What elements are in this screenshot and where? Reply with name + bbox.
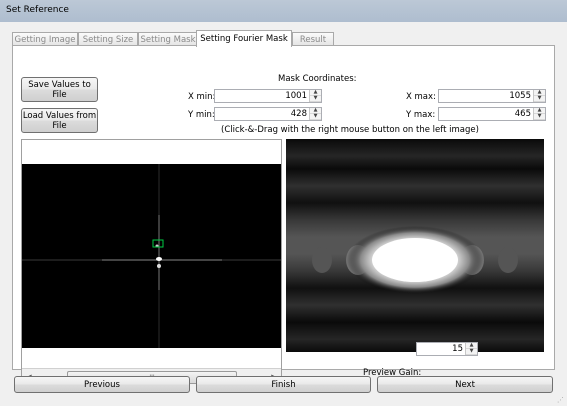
next-button[interactable]: Next (377, 376, 553, 393)
tab-getting-image[interactable]: Getting Image (12, 32, 78, 46)
tab-setting-size[interactable]: Setting Size (78, 32, 138, 46)
tab-setting-fourier-mask[interactable]: Setting Fourier Mask (196, 30, 292, 47)
xmin-label: X min: (188, 92, 216, 102)
fourier-spectrum-image[interactable] (22, 140, 281, 384)
xmin-value: 1001 (285, 91, 307, 101)
ymin-value: 428 (290, 109, 307, 119)
window-title: Set Reference (6, 5, 69, 15)
resize-grip-icon[interactable]: ⋰ (557, 396, 565, 404)
spin-down-icon[interactable]: ▼ (310, 96, 321, 102)
preview-gain-spin-arrows[interactable]: ▲ ▼ (465, 343, 477, 355)
drag-hint-text: (Click-&-Drag with the right mouse butto… (221, 125, 479, 135)
mask-coordinates-label: Mask Coordinates: (278, 74, 357, 84)
xmax-spinbox[interactable]: 1055 ▲ ▼ (438, 89, 546, 103)
preview-gain-spinbox[interactable]: 15 ▲ ▼ (416, 342, 478, 356)
xmin-spin-arrows[interactable]: ▲ ▼ (309, 90, 321, 102)
xmin-spinbox[interactable]: 1001 ▲ ▼ (214, 89, 322, 103)
tab-result[interactable]: Result (292, 32, 334, 46)
preview-image-viewer (286, 139, 544, 352)
fourier-preview-image (286, 139, 544, 352)
xmax-label: X max: (406, 92, 436, 102)
spin-down-icon[interactable]: ▼ (466, 349, 477, 355)
save-values-button[interactable]: Save Values to File (21, 77, 98, 102)
fourier-image-viewer[interactable]: ◀ III ▶ (21, 139, 282, 385)
ymax-spinbox[interactable]: 465 ▲ ▼ (438, 107, 546, 121)
xmax-value: 1055 (509, 91, 531, 101)
load-values-button[interactable]: Load Values from File (21, 108, 98, 133)
spin-down-icon[interactable]: ▼ (534, 114, 545, 120)
ymax-spin-arrows[interactable]: ▲ ▼ (533, 108, 545, 120)
finish-button[interactable]: Finish (196, 376, 371, 393)
spin-down-icon[interactable]: ▼ (310, 114, 321, 120)
ymin-spinbox[interactable]: 428 ▲ ▼ (214, 107, 322, 121)
ymax-value: 465 (514, 109, 531, 119)
ymin-spin-arrows[interactable]: ▲ ▼ (309, 108, 321, 120)
fourier-mask-panel: Save Values to File Load Values from Fil… (12, 45, 555, 385)
preview-gain-value: 15 (452, 344, 463, 354)
title-bar: Set Reference (0, 0, 567, 23)
ymax-label: Y max: (406, 110, 436, 120)
tab-setting-mask[interactable]: Setting Mask (138, 32, 198, 46)
ymin-label: Y min: (188, 110, 215, 120)
xmax-spin-arrows[interactable]: ▲ ▼ (533, 90, 545, 102)
previous-button[interactable]: Previous (14, 376, 190, 393)
window-body: Getting Image Setting Size Setting Mask … (0, 22, 567, 406)
spin-down-icon[interactable]: ▼ (534, 96, 545, 102)
